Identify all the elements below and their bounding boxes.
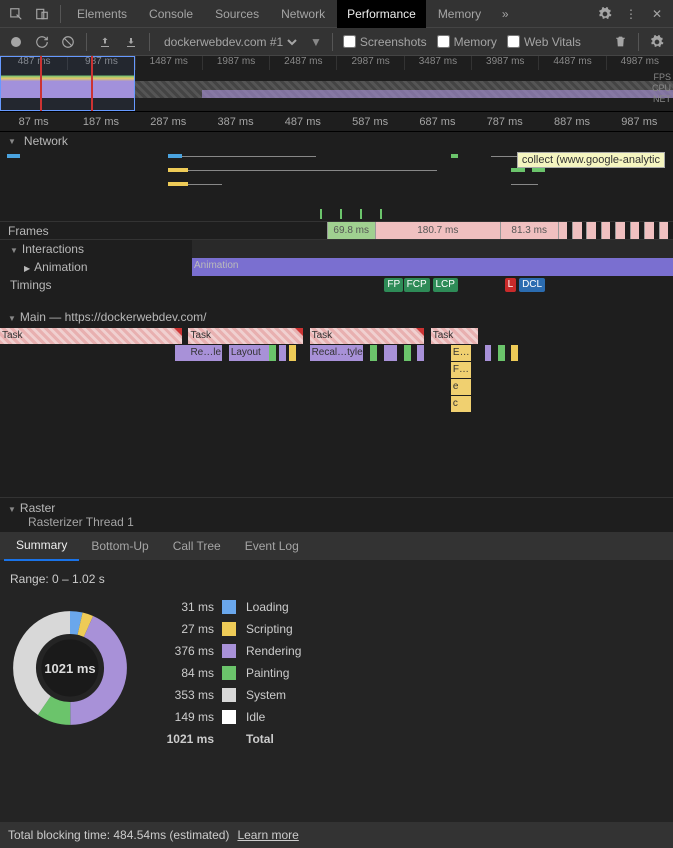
- settings-icon[interactable]: [597, 6, 613, 22]
- separator: [86, 33, 87, 51]
- overview-marker: [40, 56, 42, 111]
- flame-cell[interactable]: Recal…tyle: [310, 345, 364, 361]
- tab-performance[interactable]: Performance: [337, 0, 426, 28]
- record-icon[interactable]: [8, 34, 24, 50]
- capture-settings-icon[interactable]: [649, 34, 665, 50]
- memory-checkbox[interactable]: Memory: [437, 35, 497, 49]
- raster-thread-label: Rasterizer Thread 1: [8, 515, 665, 529]
- download-icon[interactable]: [123, 34, 139, 50]
- summary-legend: 31 msLoading27 msScripting376 msRenderin…: [154, 600, 301, 746]
- flame-cell[interactable]: Re…le: [188, 345, 222, 361]
- timings-track[interactable]: Timings FPFCPLCP LDCL: [0, 276, 673, 294]
- main-track[interactable]: TaskTaskTaskTaskRe…leLayoutRecal…tyleE…F…: [0, 328, 673, 498]
- detail-ruler[interactable]: 87 ms187 ms287 ms387 ms487 ms587 ms687 m…: [0, 112, 673, 132]
- webvitals-checkbox[interactable]: Web Vitals: [507, 35, 581, 49]
- flame-cell[interactable]: Task: [431, 328, 478, 344]
- status-text: Total blocking time: 484.54ms (estimated…: [8, 828, 229, 842]
- learn-more-link[interactable]: Learn more: [237, 828, 298, 842]
- network-tooltip: collect (www.google-analytic: [517, 152, 665, 168]
- tab-sources[interactable]: Sources: [205, 0, 269, 28]
- timing-marker[interactable]: L: [505, 278, 517, 292]
- recording-select[interactable]: dockerwebdev.com #1: [160, 34, 300, 50]
- raster-track[interactable]: Raster Rasterizer Thread 1: [0, 498, 673, 532]
- flame-cell[interactable]: c: [451, 396, 471, 412]
- network-track[interactable]: collect (www.google-analytic: [0, 150, 673, 222]
- flame-cell[interactable]: F…: [451, 362, 471, 378]
- interactions-track[interactable]: Interactions: [0, 240, 673, 258]
- timing-marker[interactable]: DCL: [519, 278, 545, 292]
- separator: [332, 33, 333, 51]
- performance-toolbar: dockerwebdev.com #1 ▼ Screenshots Memory…: [0, 28, 673, 56]
- timing-marker[interactable]: FP: [384, 278, 403, 292]
- close-icon[interactable]: ✕: [649, 6, 665, 22]
- summary-donut: 1021 ms: [10, 608, 130, 728]
- frame-segment[interactable]: 81.3 ms: [500, 222, 558, 239]
- animation-row[interactable]: Animation Animation: [0, 258, 673, 276]
- device-toggle-icon[interactable]: [34, 6, 50, 22]
- kebab-icon[interactable]: ⋮: [623, 6, 639, 22]
- tab-summary[interactable]: Summary: [4, 531, 79, 561]
- tab-bottomup[interactable]: Bottom-Up: [79, 532, 160, 560]
- flame-cell[interactable]: Task: [0, 328, 182, 344]
- tab-network[interactable]: Network: [271, 0, 335, 28]
- summary-tab-strip: Summary Bottom-Up Call Tree Event Log: [0, 532, 673, 560]
- tab-memory[interactable]: Memory: [428, 0, 491, 28]
- flame-cell[interactable]: Task: [188, 328, 302, 344]
- summary-range: Range: 0 – 1.02 s: [10, 572, 663, 586]
- status-bar: Total blocking time: 484.54ms (estimated…: [0, 822, 673, 848]
- interactions-label: Interactions: [0, 240, 192, 258]
- summary-panel: Range: 0 – 1.02 s 1021 ms 31 msLoading27…: [0, 560, 673, 758]
- tab-calltree[interactable]: Call Tree: [161, 532, 233, 560]
- network-track-header[interactable]: Network: [0, 132, 673, 150]
- frame-segment[interactable]: 69.8 ms: [327, 222, 375, 239]
- devtools-tab-strip: Elements Console Sources Network Perform…: [0, 0, 673, 28]
- overview-timeline[interactable]: 487 ms987 ms1487 ms1987 ms2487 ms2987 ms…: [0, 56, 673, 112]
- separator: [638, 33, 639, 51]
- timings-label: Timings: [0, 276, 192, 294]
- overview-selection[interactable]: [0, 56, 135, 111]
- raster-label: Raster: [8, 501, 665, 515]
- tab-elements[interactable]: Elements: [67, 0, 137, 28]
- flame-cell[interactable]: E…: [451, 345, 471, 361]
- frames-label: Frames: [0, 222, 192, 239]
- timing-marker[interactable]: FCP: [404, 278, 430, 292]
- flame-cell[interactable]: e: [451, 379, 471, 395]
- inspect-icon[interactable]: [8, 6, 24, 22]
- upload-icon[interactable]: [97, 34, 113, 50]
- reload-record-icon[interactable]: [34, 34, 50, 50]
- separator: [60, 5, 61, 23]
- tab-console[interactable]: Console: [139, 0, 203, 28]
- overview-stat-labels: FPSCPUNET: [652, 72, 671, 105]
- screenshots-checkbox[interactable]: Screenshots: [343, 35, 427, 49]
- frame-segment[interactable]: 180.7 ms: [375, 222, 500, 239]
- network-ticks: [310, 209, 411, 219]
- animation-label: Animation: [0, 258, 192, 276]
- frames-track[interactable]: Frames 69.8 ms180.7 ms81.3 ms: [0, 222, 673, 240]
- flame-cell[interactable]: Layout: [229, 345, 269, 361]
- donut-total: 1021 ms: [10, 608, 130, 728]
- more-tabs-icon[interactable]: »: [497, 6, 513, 22]
- trash-icon[interactable]: [612, 34, 628, 50]
- timing-marker[interactable]: LCP: [433, 278, 458, 292]
- main-track-header[interactable]: Main — https://dockerwebdev.com/: [0, 306, 673, 328]
- overview-marker: [91, 56, 93, 111]
- tab-eventlog[interactable]: Event Log: [233, 532, 311, 560]
- flame-cell[interactable]: Task: [310, 328, 424, 344]
- clear-icon[interactable]: [60, 34, 76, 50]
- separator: [149, 33, 150, 51]
